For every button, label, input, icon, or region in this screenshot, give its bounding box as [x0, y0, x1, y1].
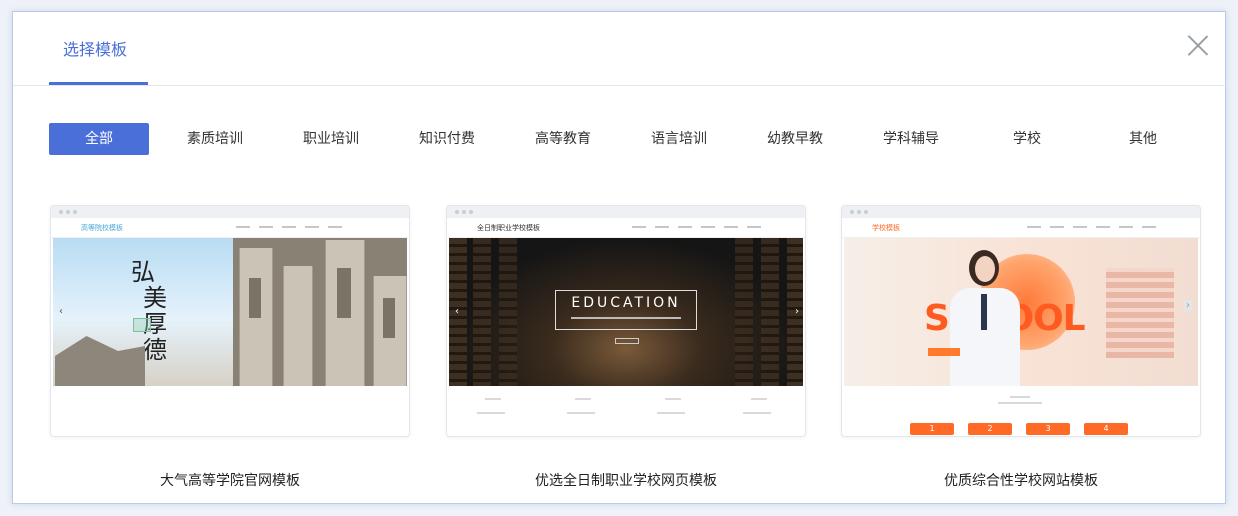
template-thumbnail[interactable]: 学校模板 SCHOOL › 1 2 3 4 [841, 205, 1201, 437]
step-badge: 3 [1026, 423, 1070, 435]
calligraphy-char: 德 [143, 336, 167, 364]
tab-language-training[interactable]: 语言培训 [629, 123, 729, 155]
tab-quality-training[interactable]: 素质培训 [165, 123, 265, 155]
preview-logo: 学校模板 [872, 224, 900, 232]
tab-paid-knowledge[interactable]: 知识付费 [397, 123, 497, 155]
template-dialog: 选择模板 全部 素质培训 职业培训 知识付费 高等教育 语言培训 幼教早教 学科… [12, 11, 1227, 504]
template-name[interactable]: 大气高等学院官网模板 [50, 470, 410, 490]
building-image [1106, 268, 1174, 358]
seal-stamp [133, 318, 151, 332]
close-icon[interactable] [1187, 34, 1209, 56]
preview-hero: 弘 美 厚 德 ‹ [53, 238, 407, 386]
hero-button [615, 338, 639, 344]
prev-arrow-icon: ‹ [59, 306, 63, 317]
browser-bar [842, 206, 1200, 218]
tab-school[interactable]: 学校 [977, 123, 1077, 155]
preview-content: 1 2 3 4 [842, 386, 1200, 436]
tab-all[interactable]: 全部 [49, 123, 149, 155]
step-badge: 2 [968, 423, 1012, 435]
template-name[interactable]: 优质综合性学校网站模板 [841, 470, 1201, 490]
tab-vocational-training[interactable]: 职业培训 [281, 123, 381, 155]
tab-early-education[interactable]: 幼教早教 [745, 123, 845, 155]
tab-other[interactable]: 其他 [1093, 123, 1193, 155]
preview-hero: EDUCATION ‹ › [449, 238, 803, 386]
prev-arrow-icon: ‹ [455, 306, 459, 317]
old-building-image [55, 336, 145, 386]
dialog-header: 选择模板 [13, 12, 1227, 86]
step-badge: 4 [1084, 423, 1128, 435]
template-thumbnail[interactable]: 高等院校模板 弘 美 厚 德 ‹ [50, 205, 410, 437]
browser-bar [51, 206, 409, 218]
dialog-title[interactable]: 选择模板 [63, 36, 127, 60]
active-title-underline [49, 82, 148, 85]
preview-content [447, 386, 805, 436]
step-badge: 1 [910, 423, 954, 435]
tab-higher-education[interactable]: 高等教育 [513, 123, 613, 155]
template-thumbnail[interactable]: 全日制职业学校模板 EDUCATION ‹ › [446, 205, 806, 437]
preview-content [51, 386, 409, 436]
hero-title-box: EDUCATION [555, 290, 697, 330]
preview-logo: 全日制职业学校模板 [477, 224, 540, 232]
preview-nav: 学校模板 [842, 218, 1200, 238]
browser-bar [447, 206, 805, 218]
hero-title: EDUCATION [571, 295, 681, 311]
preview-nav: 全日制职业学校模板 [447, 218, 805, 238]
hero-tag [928, 348, 960, 356]
tab-subject-tutoring[interactable]: 学科辅导 [861, 123, 961, 155]
preview-nav: 高等院校模板 [51, 218, 409, 238]
preview-hero: SCHOOL › [844, 238, 1198, 386]
preview-logo: 高等院校模板 [81, 224, 123, 232]
next-arrow-icon: › [795, 306, 799, 317]
next-arrow-icon: › [1184, 300, 1192, 311]
cathedral-image [233, 238, 407, 386]
template-name[interactable]: 优选全日制职业学校网页模板 [446, 470, 806, 490]
